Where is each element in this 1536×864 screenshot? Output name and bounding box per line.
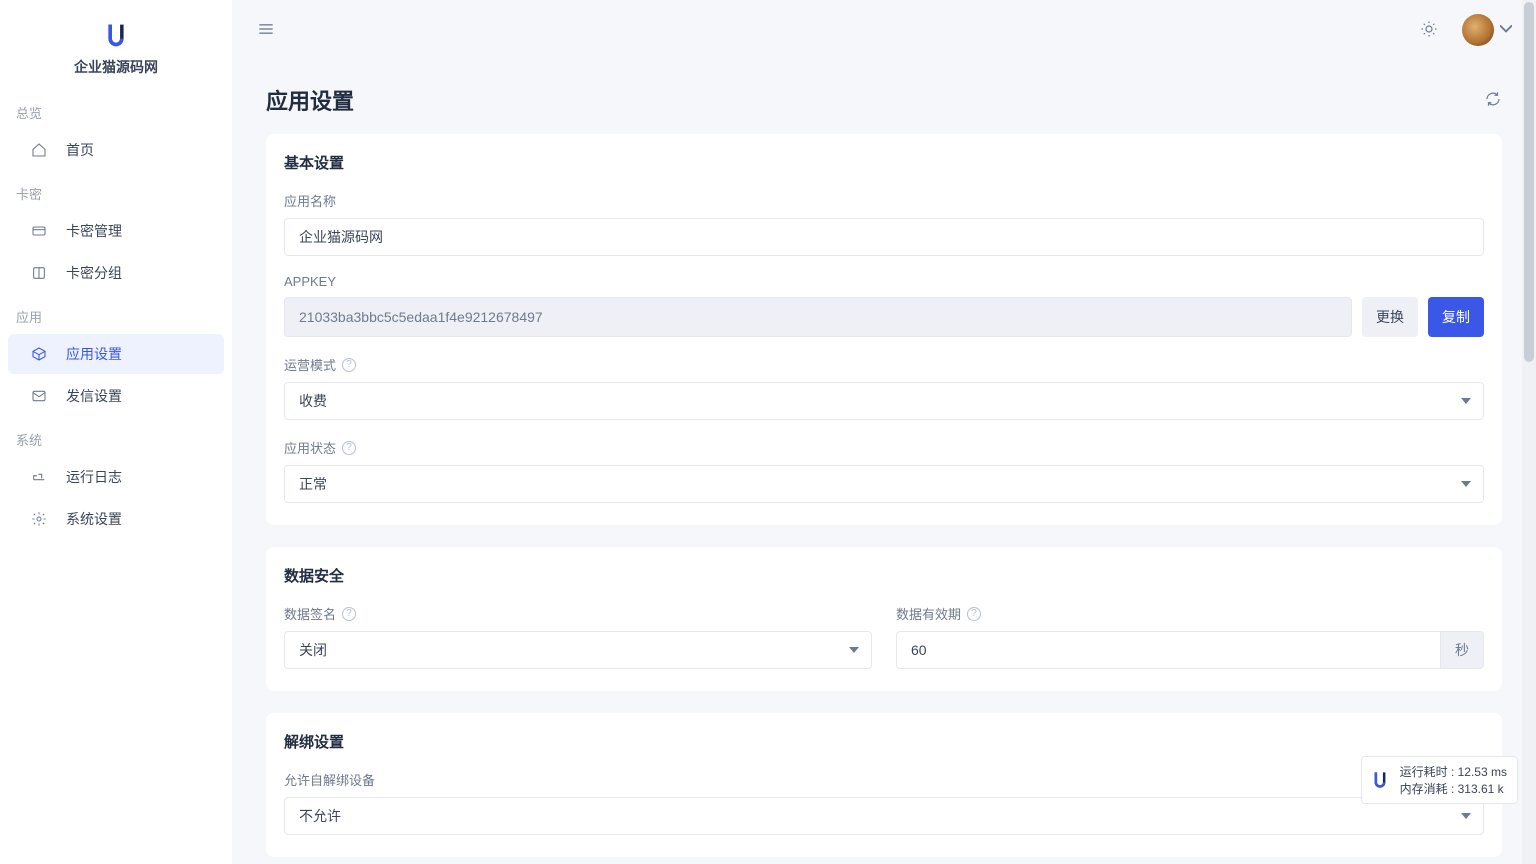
card-title: 解绑设置 — [284, 731, 1484, 752]
menu-section-app: 应用 — [0, 295, 232, 332]
allow-unbind-label: 允许自解绑设备 — [284, 770, 1484, 789]
content: 应用设置 基本设置 应用名称 APPKEY 更换 复制 运营模式 ? 收 — [232, 60, 1536, 864]
avatar[interactable] — [1462, 14, 1494, 46]
sidebar-item-label: 应用设置 — [66, 344, 122, 364]
card-unbind-settings: 解绑设置 允许自解绑设备 不允许 — [266, 713, 1502, 857]
help-icon[interactable]: ? — [342, 358, 356, 372]
sign-select[interactable]: 关闭 — [284, 631, 872, 669]
debug-runtime: 运行耗时 : 12.53 ms — [1400, 763, 1507, 780]
app-name-input[interactable] — [284, 218, 1484, 256]
page-header: 应用设置 — [266, 60, 1502, 134]
card-data-security: 数据安全 数据签名 ? 关闭 数据有效期 ? 秒 — [266, 547, 1502, 691]
help-icon[interactable]: ? — [342, 441, 356, 455]
gear-icon — [30, 511, 48, 527]
activity-icon — [30, 469, 48, 485]
unit-seconds: 秒 — [1440, 631, 1484, 669]
brand-name: 企业猫源码网 — [0, 57, 232, 77]
sidebar-item-runlog[interactable]: 运行日志 — [8, 457, 224, 497]
sidebar-item-home[interactable]: 首页 — [8, 130, 224, 170]
regen-appkey-button[interactable]: 更换 — [1362, 297, 1418, 337]
logo-icon — [1370, 769, 1390, 792]
card-icon — [30, 223, 48, 239]
help-icon[interactable]: ? — [342, 607, 356, 621]
sidebar-item-label: 首页 — [66, 140, 94, 160]
sidebar-item-kami-manage[interactable]: 卡密管理 — [8, 211, 224, 251]
menu-section-overview: 总览 — [0, 91, 232, 128]
debug-memory: 内存消耗 : 313.61 k — [1400, 780, 1507, 797]
sidebar-item-label: 卡密管理 — [66, 221, 122, 241]
card-title: 数据安全 — [284, 565, 1484, 586]
card-title: 基本设置 — [284, 152, 1484, 173]
expire-input[interactable] — [896, 631, 1440, 669]
sign-label: 数据签名 ? — [284, 604, 872, 623]
help-icon[interactable]: ? — [967, 607, 981, 621]
debug-info: 运行耗时 : 12.53 ms 内存消耗 : 313.61 k — [1361, 756, 1518, 804]
sidebar-item-app-settings[interactable]: 应用设置 — [8, 334, 224, 374]
menu-section-system: 系统 — [0, 418, 232, 455]
mode-label: 运营模式 ? — [284, 355, 1484, 374]
sidebar-item-label: 卡密分组 — [66, 263, 122, 283]
status-label: 应用状态 ? — [284, 438, 1484, 457]
menu-section-kami: 卡密 — [0, 172, 232, 209]
scrollbar-track[interactable] — [1522, 0, 1536, 864]
logo-icon — [102, 20, 130, 51]
card-basic-settings: 基本设置 应用名称 APPKEY 更换 复制 运营模式 ? 收费 应用状 — [266, 134, 1502, 525]
appkey-input — [284, 297, 1352, 337]
home-icon — [30, 142, 48, 158]
refresh-icon[interactable] — [1484, 90, 1502, 111]
sidebar-item-mail-settings[interactable]: 发信设置 — [8, 376, 224, 416]
mail-icon — [30, 388, 48, 404]
sidebar-item-kami-group[interactable]: 卡密分组 — [8, 253, 224, 293]
sidebar: 企业猫源码网 总览 首页 卡密 卡密管理 卡密分组 应用 应用设置 发信设置 系… — [0, 0, 232, 864]
sidebar-item-label: 系统设置 — [66, 509, 122, 529]
brand: 企业猫源码网 — [0, 0, 232, 91]
theme-toggle-icon[interactable] — [1420, 20, 1438, 41]
box-icon — [30, 346, 48, 362]
status-select[interactable]: 正常 — [284, 465, 1484, 503]
appkey-label: APPKEY — [284, 274, 1484, 289]
copy-appkey-button[interactable]: 复制 — [1428, 297, 1484, 337]
allow-unbind-select[interactable]: 不允许 — [284, 797, 1484, 835]
columns-icon — [30, 265, 48, 281]
page-title: 应用设置 — [266, 84, 354, 116]
mode-select[interactable]: 收费 — [284, 382, 1484, 420]
chevron-down-icon[interactable] — [1500, 22, 1512, 38]
topbar — [232, 0, 1536, 60]
scrollbar-thumb[interactable] — [1524, 2, 1534, 362]
sidebar-item-system-settings[interactable]: 系统设置 — [8, 499, 224, 539]
sidebar-item-label: 发信设置 — [66, 386, 122, 406]
menu-toggle-icon[interactable] — [256, 19, 276, 42]
sidebar-item-label: 运行日志 — [66, 467, 122, 487]
app-name-label: 应用名称 — [284, 191, 1484, 210]
expire-label: 数据有效期 ? — [896, 604, 1484, 623]
